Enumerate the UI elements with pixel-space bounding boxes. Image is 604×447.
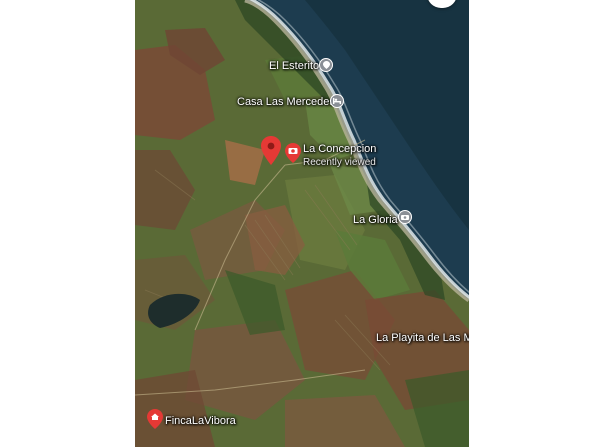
place-label-el-esterito[interactable]: El Esterito: [269, 60, 319, 73]
home-icon[interactable]: [147, 409, 163, 434]
place-label-la-concepcion[interactable]: La Concepcion: [303, 143, 376, 156]
place-label-la-playita[interactable]: La Playita de Las Ma: [376, 332, 469, 345]
place-label-casa-las-mercedes[interactable]: Casa Las Mercedes: [237, 96, 335, 109]
camera-icon[interactable]: [398, 210, 412, 224]
place-label-finca-la-vibora[interactable]: FincaLaVibora: [165, 415, 236, 428]
pin-icon[interactable]: [319, 58, 333, 72]
satellite-map[interactable]: El Esterito Casa Las Mercedes La Concepc…: [135, 0, 469, 447]
location-pin-icon[interactable]: [261, 136, 281, 170]
hotel-icon[interactable]: [330, 94, 344, 108]
camera-icon[interactable]: [285, 143, 301, 168]
place-label-la-gloria[interactable]: La Gloria: [353, 214, 398, 227]
place-sublabel-recently-viewed: Recently viewed: [303, 157, 376, 168]
chevron-down-icon: [437, 0, 447, 5]
